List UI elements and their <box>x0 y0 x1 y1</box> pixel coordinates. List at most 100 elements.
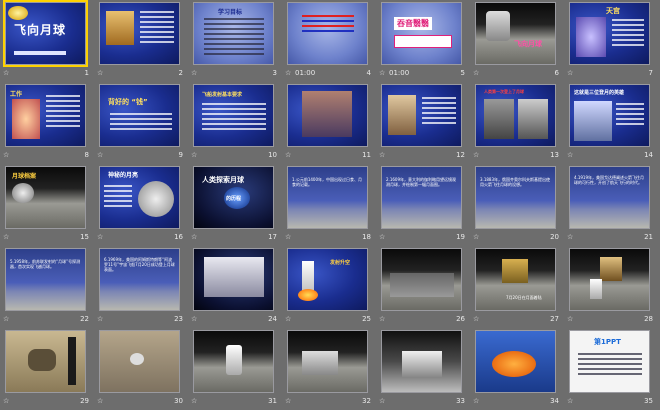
slide-thumbnail[interactable] <box>381 84 462 147</box>
lunar-module-image <box>600 257 622 281</box>
slide-footer: ☆ 3 <box>191 67 277 79</box>
slide-thumbnail[interactable] <box>569 248 650 311</box>
transition-icon: ☆ <box>3 233 10 241</box>
slide-cell: 飞向月球 ☆ 1 <box>0 0 94 82</box>
slide-cell: ☆ 01:00 4 <box>282 0 376 82</box>
slide-cell: ☆ 34 <box>470 328 564 410</box>
slide-cell: ☆ 11 <box>282 82 376 164</box>
slide-footer: ☆ 20 <box>473 231 559 243</box>
slide-cell: 发射升空 ☆ 25 <box>282 246 376 328</box>
slide-thumbnail[interactable] <box>193 248 274 311</box>
slide-cell: ☆ 12 <box>376 82 470 164</box>
slide-thumbnail[interactable]: 这就是三位登月的英雄 <box>569 84 650 147</box>
slide-number: 25 <box>362 315 371 323</box>
slide-number: 4 <box>366 69 371 77</box>
transition-icon: ☆ <box>567 397 574 405</box>
transition-icon: ☆ <box>567 315 574 323</box>
slide-thumbnail[interactable]: 神秘的月亮 <box>99 166 180 229</box>
slide-footer: ☆ 28 <box>567 313 653 325</box>
slide-thumbnail[interactable]: 飞向月球 <box>3 0 88 67</box>
slide-thumbnail[interactable]: 人类探索月球 的历程 <box>193 166 274 229</box>
slide-text: 6.1969年，美国的阿姆斯特朗等“阿波罗11号”宇宙飞船7月20日成功登上月球… <box>104 257 175 272</box>
slide-thumbnail[interactable]: 3.1883年，俄国齐奥尔科夫斯基提出使用火箭飞往月球的设想。 <box>475 166 556 229</box>
slide-footer: ☆ 13 <box>473 149 559 161</box>
slide-footer: ☆ 19 <box>379 231 465 243</box>
slide-thumbnail[interactable]: 吞音翳翳 <box>381 2 462 65</box>
slide-cell: 人类第一次登上了月球 ☆ 13 <box>470 82 564 164</box>
slide-thumbnail[interactable]: 飞船发射基本要求 <box>193 84 274 147</box>
illustration-image <box>106 11 134 45</box>
slide-footer: ☆ 32 <box>285 395 371 407</box>
slide-cell: 第1PPT ☆ 35 <box>564 328 658 410</box>
slide-cell: ☆ 28 <box>564 246 658 328</box>
text-lines <box>616 103 644 128</box>
slide-cell: ☆ 31 <box>188 328 282 410</box>
text-lines <box>578 353 642 378</box>
slide-thumbnail[interactable]: 1.公元前1400年，中国出现过日食、月食的记载。 <box>287 166 368 229</box>
slide-thumbnail[interactable]: 第1PPT <box>569 330 650 393</box>
slide-title: 天宫 <box>606 7 620 15</box>
slide-cell: 天宫 ☆ 7 <box>564 0 658 82</box>
slide-thumbnail[interactable] <box>287 84 368 147</box>
slide-thumbnail[interactable] <box>475 330 556 393</box>
slide-cell: ☆ 24 <box>188 246 282 328</box>
slide-thumbnail[interactable] <box>193 330 274 393</box>
slide-thumbnail[interactable]: 月球档案 <box>5 166 86 229</box>
slide-text: 2.1609年，意大利的伽利略用望远镜观测月球，并绘制第一幅月面图。 <box>386 177 456 187</box>
transition-icon: ☆ <box>3 69 10 77</box>
text-lines <box>202 103 266 133</box>
slide-thumbnail[interactable] <box>287 2 368 65</box>
slide-cell: 工作 ☆ 8 <box>0 82 94 164</box>
slide-number: 30 <box>174 397 183 405</box>
slide-thumbnail[interactable]: 工作 <box>5 84 86 147</box>
slide-title: 发射升空 <box>330 260 351 266</box>
illustration-image <box>12 99 40 139</box>
slide-thumbnail[interactable]: 2.1609年，意大利的伽利略用望远镜观测月球，并绘制第一幅月面图。 <box>381 166 462 229</box>
lunar-module-image <box>502 259 528 283</box>
slide-thumbnail[interactable] <box>5 330 86 393</box>
slide-thumbnail[interactable]: 6.1969年，美国的阿姆斯特朗等“阿波罗11号”宇宙飞船7月20日成功登上月球… <box>99 248 180 311</box>
slide-number: 20 <box>550 233 559 241</box>
moon-surface-photo <box>518 99 548 139</box>
slide-thumbnail[interactable]: 人类第一次登上了月球 <box>475 84 556 147</box>
slide-thumbnail[interactable] <box>287 330 368 393</box>
slide-thumbnail[interactable]: 发射升空 <box>287 248 368 311</box>
slide-cell: ☆ 29 <box>0 328 94 410</box>
slide-number: 35 <box>644 397 653 405</box>
slide-footer: ☆ 6 <box>473 67 559 79</box>
transition-icon: ☆ <box>473 151 480 159</box>
transition-icon: ☆ <box>97 151 104 159</box>
transition-icon: ☆ <box>191 69 198 77</box>
slide-thumbnail[interactable]: 飞向月球 <box>475 2 556 65</box>
slide-thumbnail[interactable] <box>99 330 180 393</box>
transition-icon: ☆ <box>567 233 574 241</box>
slide-cell: 背好的 “钱” ☆ 9 <box>94 82 188 164</box>
slide-footer: ☆ 14 <box>567 149 653 161</box>
moon-image <box>12 183 34 203</box>
footprint-image <box>28 349 56 371</box>
slide-thumbnail[interactable]: 学习目标 <box>193 2 274 65</box>
moon-image <box>8 6 28 20</box>
slide-cell: 这就是三位登月的英雄 ☆ 14 <box>564 82 658 164</box>
slide-subtitle: 的历程 <box>226 196 242 202</box>
slide-thumbnail[interactable] <box>381 248 462 311</box>
transition-icon: ☆ <box>191 397 198 405</box>
transition-icon: ☆ <box>379 315 386 323</box>
slide-number: 12 <box>456 151 465 159</box>
slide-cell: 飞船发射基本要求 ☆ 10 <box>188 82 282 164</box>
slide-thumbnail[interactable]: 5.1958年，前苏联发射的“月球”号探测器，首次实现飞越月球。 <box>5 248 86 311</box>
slide-footer: ☆ 33 <box>379 395 465 407</box>
slide-footer: ☆ 15 <box>3 231 89 243</box>
slide-number: 22 <box>80 315 89 323</box>
slide-thumbnail[interactable]: 4.1919年，美国戈达德阐述火箭飞往月球的可行性，开创了航天飞行的时代。 <box>569 166 650 229</box>
word-box <box>394 35 452 48</box>
slide-thumbnail[interactable]: 天宫 <box>569 2 650 65</box>
slide-thumbnail[interactable] <box>99 2 180 65</box>
slide-number: 7 <box>648 69 653 77</box>
text-lines <box>104 185 132 210</box>
slide-footer: ☆ 10 <box>191 149 277 161</box>
slide-thumbnail[interactable]: 7月20日在月面着陆 <box>475 248 556 311</box>
slide-thumbnail[interactable]: 背好的 “钱” <box>99 84 180 147</box>
transition-icon: ☆ <box>97 397 104 405</box>
slide-thumbnail[interactable] <box>381 330 462 393</box>
